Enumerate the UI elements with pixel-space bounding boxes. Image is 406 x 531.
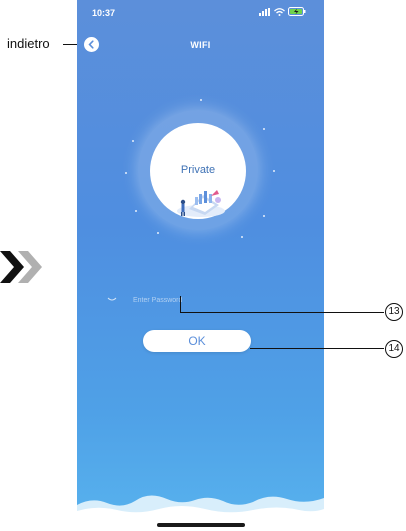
annotation-back-label: indietro — [7, 36, 50, 51]
status-bar: 10:37 — [77, 0, 324, 24]
ok-button[interactable]: OK — [143, 330, 251, 352]
password-row — [107, 292, 229, 310]
network-circle: Private — [150, 123, 246, 219]
sparkle-dot — [157, 232, 159, 234]
callout-13-pointer — [180, 312, 384, 313]
sparkle-dot — [263, 128, 265, 130]
sparkle-dot — [241, 236, 243, 238]
network-name: Private — [180, 164, 216, 176]
wifi-icon — [274, 7, 285, 16]
double-chevron-right-icon — [0, 251, 42, 283]
sparkle-dot — [263, 215, 265, 217]
sparkle-dot — [132, 140, 134, 142]
status-icons — [259, 7, 306, 16]
callout-number-13: 13 — [385, 303, 403, 321]
signal-icon — [259, 7, 270, 16]
eye-closed-icon[interactable] — [107, 294, 117, 304]
callout-14-pointer — [250, 348, 384, 349]
sparkle-dot — [135, 210, 137, 212]
sparkle-dot — [200, 99, 202, 101]
callout-13-pointer-vertical — [180, 296, 181, 312]
password-input[interactable] — [133, 292, 229, 308]
sparkle-dot — [273, 170, 275, 172]
callout-number-14: 14 — [385, 340, 403, 358]
router-illustration — [177, 190, 225, 217]
sparkle-dot — [125, 172, 127, 174]
page-title: WIFI — [190, 40, 211, 50]
battery-charging-icon — [288, 7, 306, 16]
phone-screen: 10:37 WIFI Private OK — [77, 0, 324, 531]
home-indicator — [157, 523, 245, 527]
status-time: 10:37 — [92, 8, 116, 18]
